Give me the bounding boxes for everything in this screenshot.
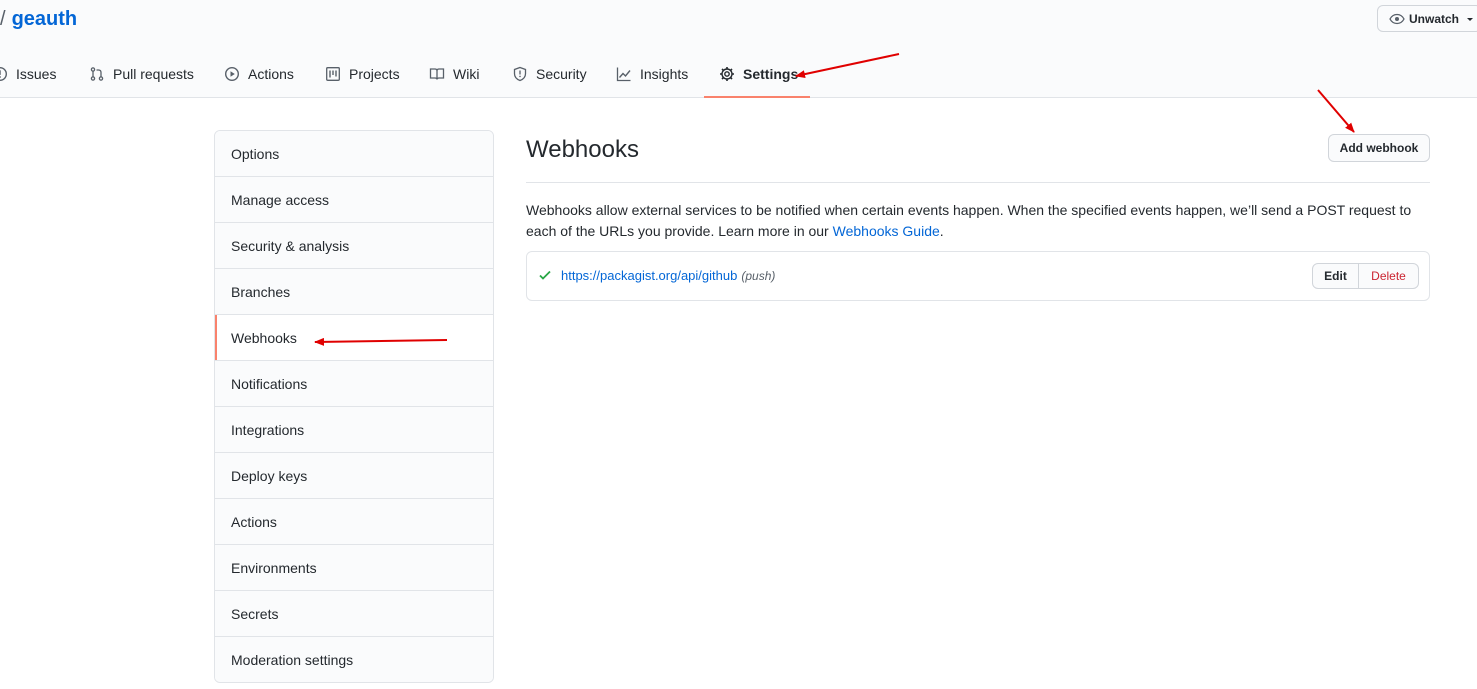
sidebar-item-secrets[interactable]: Secrets bbox=[215, 590, 493, 636]
sidebar-item-label: Moderation settings bbox=[231, 651, 354, 668]
unwatch-label: Unwatch bbox=[1409, 11, 1460, 26]
settings-sidebar: Options Manage access Security & analysi… bbox=[214, 130, 494, 683]
webhooks-guide-link[interactable]: Webhooks Guide bbox=[833, 223, 940, 239]
repo-separator: / bbox=[0, 8, 6, 30]
webhook-events: (push) bbox=[741, 269, 776, 283]
book-icon bbox=[429, 68, 445, 80]
project-icon bbox=[326, 67, 340, 81]
tab-label: Insights bbox=[640, 66, 689, 82]
sidebar-item-label: Security & analysis bbox=[231, 237, 350, 254]
sidebar-item-webhooks[interactable]: Webhooks bbox=[215, 314, 493, 360]
gear-icon bbox=[720, 67, 734, 81]
sidebar-item-label: Manage access bbox=[231, 191, 330, 208]
sidebar-item-label: Secrets bbox=[231, 605, 279, 622]
tab-actions[interactable]: Actions bbox=[224, 52, 294, 96]
sidebar-item-environments[interactable]: Environments bbox=[215, 544, 493, 590]
tab-insights[interactable]: Insights bbox=[616, 52, 688, 96]
sidebar-item-label: Deploy keys bbox=[231, 467, 308, 484]
sidebar-item-branches[interactable]: Branches bbox=[215, 268, 493, 314]
webhook-list-item: https://packagist.org/api/github (push) E… bbox=[526, 251, 1430, 301]
sidebar-item-actions[interactable]: Actions bbox=[215, 498, 493, 544]
sidebar-item-notifications[interactable]: Notifications bbox=[215, 360, 493, 406]
description-period: . bbox=[939, 223, 944, 239]
sidebar-item-label: Webhooks bbox=[231, 329, 297, 346]
shield-icon bbox=[513, 66, 527, 82]
repo-title: / geauth bbox=[0, 6, 77, 32]
play-icon bbox=[224, 66, 240, 82]
issue-icon bbox=[0, 67, 7, 81]
tab-label: Security bbox=[536, 66, 587, 82]
webhook-url: https://packagist.org/api/github bbox=[561, 268, 738, 283]
repo-header: / geauth Unwatch Issues Pull requests Act… bbox=[0, 0, 1477, 98]
tab-label: Actions bbox=[248, 66, 294, 82]
sidebar-item-integrations[interactable]: Integrations bbox=[215, 406, 493, 452]
tab-pull-requests[interactable]: Pull requests bbox=[89, 52, 194, 96]
sidebar-item-deploy-keys[interactable]: Deploy keys bbox=[215, 452, 493, 498]
tab-settings[interactable]: Settings bbox=[719, 52, 798, 96]
sidebar-item-manage-access[interactable]: Manage access bbox=[215, 176, 493, 222]
sidebar-item-label: Integrations bbox=[231, 421, 305, 438]
tab-security[interactable]: Security bbox=[512, 52, 587, 96]
delete-button[interactable]: Delete bbox=[1359, 263, 1419, 289]
selected-tab-underline bbox=[704, 96, 810, 98]
sidebar-item-security-analysis[interactable]: Security & analysis bbox=[215, 222, 493, 268]
description-text: Webhooks allow external services to be n… bbox=[526, 202, 1412, 239]
title-divider bbox=[526, 182, 1430, 183]
sidebar-item-label: Environments bbox=[231, 559, 317, 576]
sidebar-item-label: Options bbox=[231, 145, 280, 162]
sidebar-item-options[interactable]: Options bbox=[215, 131, 493, 176]
page-title: Webhooks bbox=[526, 136, 639, 163]
webhook-actions: Edit Delete bbox=[1312, 263, 1419, 289]
tab-label: Settings bbox=[743, 66, 799, 82]
pull-request-icon bbox=[90, 67, 104, 81]
tab-label: Projects bbox=[349, 66, 400, 82]
repo-name-link[interactable]: geauth bbox=[12, 8, 78, 30]
sidebar-item-moderation-settings[interactable]: Moderation settings bbox=[215, 636, 493, 682]
add-webhook-button[interactable]: Add webhook bbox=[1328, 134, 1430, 162]
tab-issues[interactable]: Issues bbox=[0, 52, 56, 96]
unwatch-button[interactable]: Unwatch bbox=[1377, 5, 1477, 32]
webhooks-description: Webhooks allow external services to be n… bbox=[526, 200, 1430, 242]
graph-icon bbox=[616, 67, 631, 82]
edit-button[interactable]: Edit bbox=[1312, 263, 1359, 289]
sidebar-item-label: Branches bbox=[231, 283, 291, 300]
tab-projects[interactable]: Projects bbox=[325, 52, 400, 96]
check-icon bbox=[539, 270, 551, 280]
tab-wiki[interactable]: Wiki bbox=[429, 52, 479, 96]
webhook-url-link[interactable]: https://packagist.org/api/github (push) bbox=[561, 268, 775, 283]
sidebar-item-label: Actions bbox=[231, 513, 277, 530]
caret-down-icon bbox=[1467, 17, 1474, 21]
tab-label: Pull requests bbox=[113, 66, 194, 82]
tab-label: Wiki bbox=[453, 66, 480, 82]
sidebar-item-label: Notifications bbox=[231, 375, 308, 392]
eye-icon bbox=[1389, 13, 1405, 24]
tab-label: Issues bbox=[16, 66, 57, 82]
